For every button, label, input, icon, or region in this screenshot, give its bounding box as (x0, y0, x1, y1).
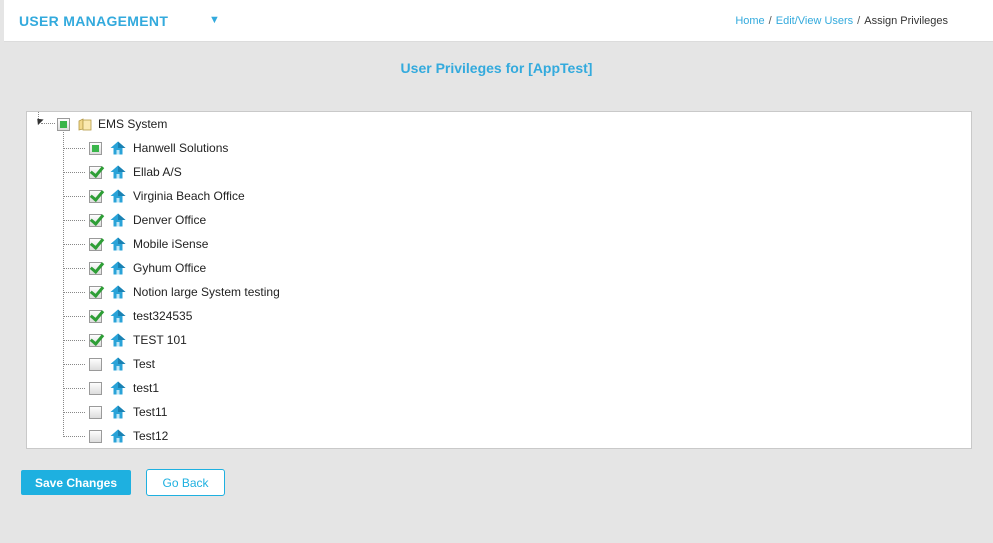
home-icon (110, 357, 126, 371)
breadcrumb: Home / Edit/View Users / Assign Privileges (735, 15, 948, 27)
tree-connector (63, 363, 85, 365)
tree-connector (63, 387, 85, 389)
node-checkbox[interactable] (89, 285, 102, 299)
node-label: EMS System (98, 117, 168, 131)
home-icon (110, 141, 126, 155)
home-icon (110, 189, 126, 203)
app-title: USER MANAGEMENT (19, 13, 169, 29)
home-icon (110, 237, 126, 251)
tree-connector (63, 219, 85, 221)
tree-node[interactable]: Mobile iSense (63, 234, 208, 254)
node-checkbox[interactable] (89, 309, 102, 323)
node-label: Notion large System testing (133, 285, 280, 299)
tree-connector (63, 147, 85, 149)
breadcrumb-edit-view-users-link[interactable]: Edit/View Users (776, 15, 853, 27)
tree-node[interactable]: Notion large System testing (63, 282, 280, 302)
node-label: Test11 (133, 405, 168, 419)
tree-connector (41, 123, 55, 124)
tree-connector (63, 315, 85, 317)
tree-connector (63, 267, 85, 269)
node-checkbox[interactable] (89, 381, 102, 395)
home-icon (110, 213, 126, 227)
home-icon (110, 309, 126, 323)
top-bar: USER MANAGEMENT ▼ Home / Edit/View Users / A… (4, 0, 993, 42)
tree-connector (63, 171, 85, 173)
node-label: TEST 101 (133, 333, 187, 347)
home-icon (110, 429, 126, 443)
node-checkbox[interactable] (89, 429, 102, 443)
node-checkbox[interactable] (89, 165, 102, 179)
tree-node[interactable]: TEST 101 (63, 330, 187, 350)
tree-node[interactable]: Test (63, 354, 155, 374)
node-label: Hanwell Solutions (133, 141, 229, 155)
tree-node[interactable]: Hanwell Solutions (63, 138, 228, 158)
tree-node-root[interactable]: EMS System (57, 114, 167, 134)
home-icon (110, 381, 126, 395)
home-icon (110, 333, 126, 347)
page-title: User Privileges for [AppTest] (400, 60, 593, 76)
node-checkbox[interactable] (89, 237, 102, 251)
tree-connector (63, 435, 85, 437)
tree-node[interactable]: Test12 (63, 426, 168, 446)
node-label: Denver Office (133, 213, 207, 227)
node-checkbox[interactable] (89, 333, 102, 347)
node-label: Test (133, 357, 156, 371)
node-label: Ellab A/S (133, 165, 182, 179)
node-checkbox[interactable] (89, 141, 102, 155)
breadcrumb-current: Assign Privileges (864, 15, 948, 27)
node-label: Mobile iSense (133, 237, 209, 251)
home-icon (110, 405, 126, 419)
app-menu-dropdown-icon[interactable]: ▼ (209, 14, 220, 26)
tree-connector (63, 291, 85, 293)
node-label: test1 (133, 381, 160, 395)
node-label: Gyhum Office (133, 261, 207, 275)
tree-node[interactable]: test1 (63, 378, 159, 398)
tree-connector (63, 339, 85, 341)
tree-node[interactable]: Gyhum Office (63, 258, 206, 278)
node-checkbox[interactable] (89, 261, 102, 275)
node-label: Virginia Beach Office (133, 189, 245, 203)
breadcrumb-home-link[interactable]: Home (735, 15, 764, 27)
tree-connector (63, 411, 85, 413)
tree-connector (63, 195, 85, 197)
privileges-tree: EMS System Hanwell Solutions Ellab A/S Vir… (26, 111, 972, 449)
folder-icon (78, 118, 92, 131)
tree-node[interactable]: Test11 (63, 402, 167, 422)
go-back-button[interactable]: Go Back (146, 469, 225, 496)
save-changes-button[interactable]: Save Changes (21, 470, 131, 495)
tree-node[interactable]: test324535 (63, 306, 192, 326)
tree-node[interactable]: Denver Office (63, 210, 206, 230)
tree-node[interactable]: Ellab A/S (63, 162, 182, 182)
node-checkbox[interactable] (89, 213, 102, 227)
home-icon (110, 261, 126, 275)
node-checkbox[interactable] (57, 117, 70, 131)
home-icon (110, 165, 126, 179)
tree-node[interactable]: Virginia Beach Office (63, 186, 245, 206)
node-label: test324535 (133, 309, 193, 323)
node-checkbox[interactable] (89, 405, 102, 419)
node-label: Test12 (133, 429, 169, 443)
breadcrumb-separator: / (857, 15, 861, 27)
home-icon (110, 285, 126, 299)
node-checkbox[interactable] (89, 357, 102, 371)
node-checkbox[interactable] (89, 189, 102, 203)
tree-connector (63, 243, 85, 245)
breadcrumb-separator: / (768, 15, 772, 27)
